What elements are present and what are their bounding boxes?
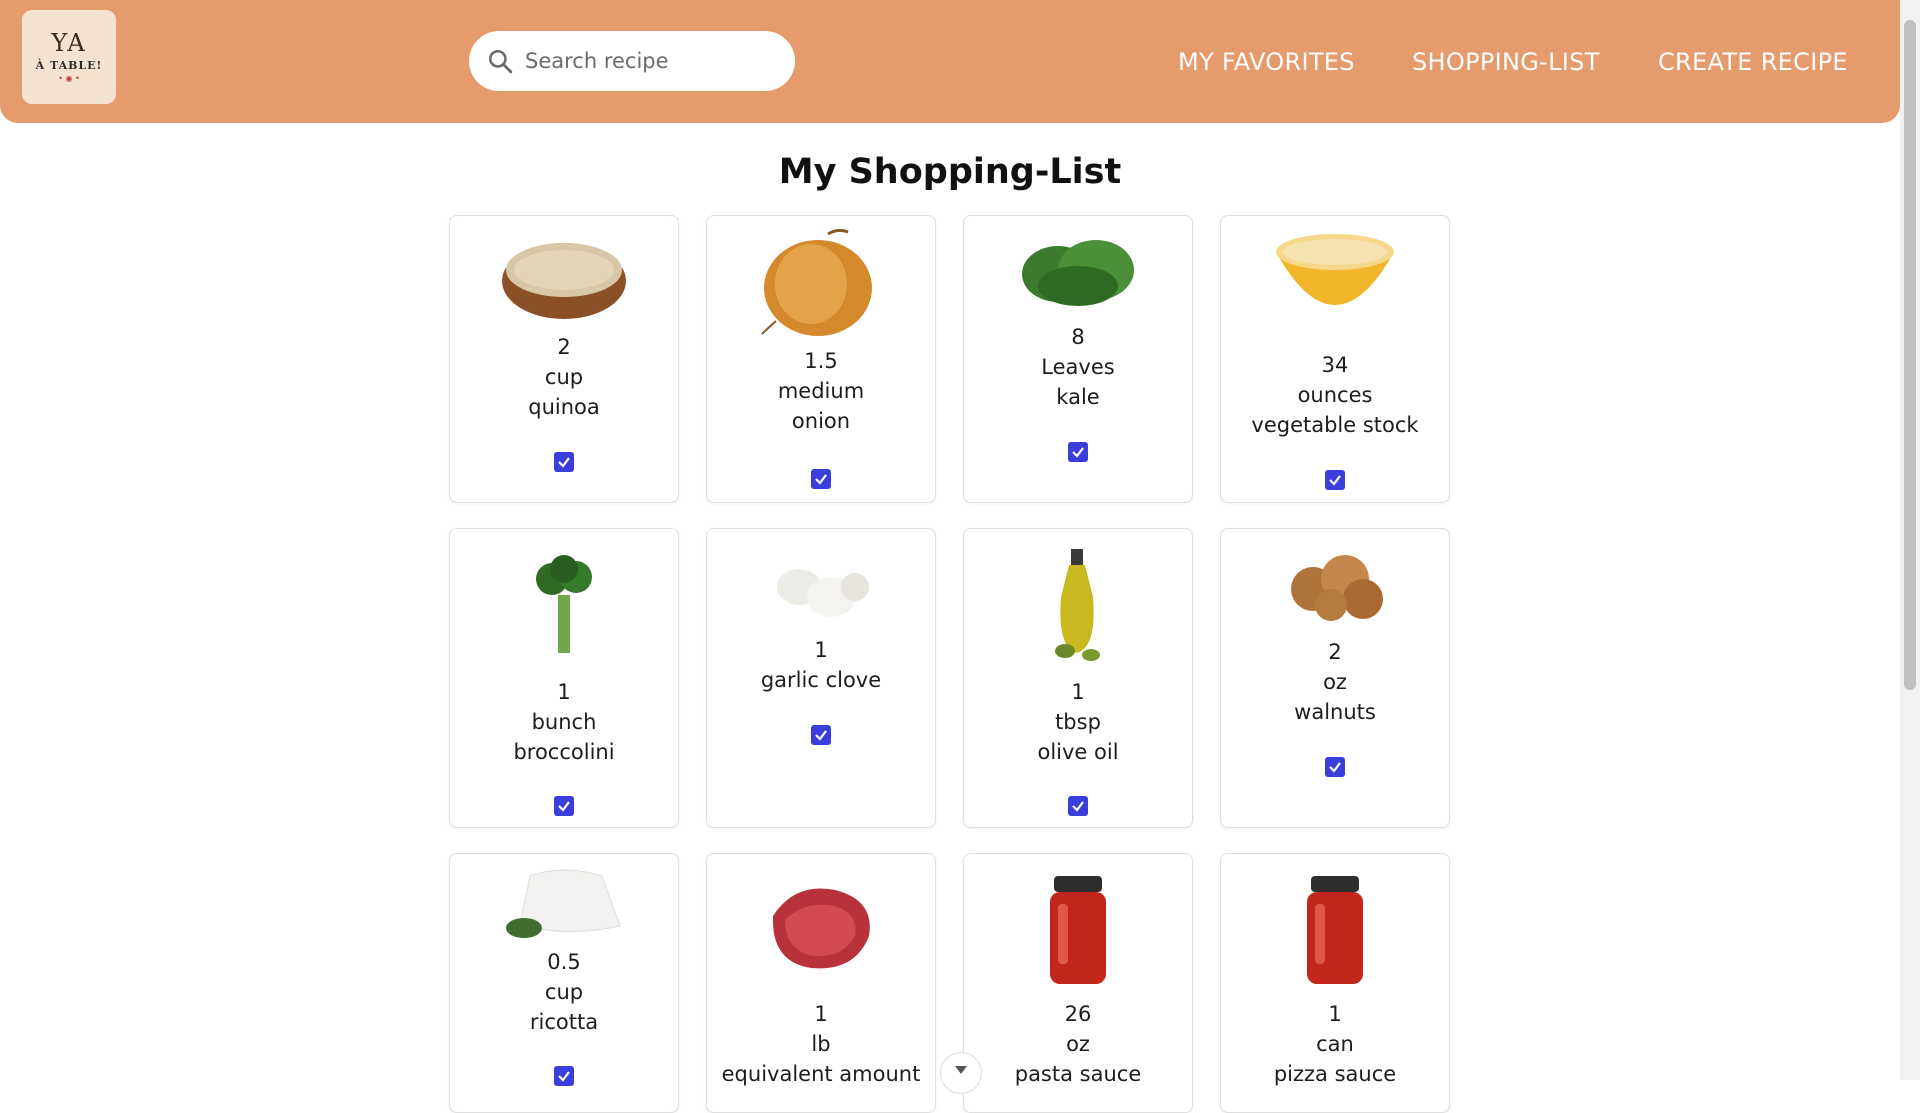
nav-my-favorites[interactable]: MY FAVORITES [1178,48,1355,76]
logo-text: À TABLE! [35,59,103,72]
nav-shopping-list[interactable]: SHOPPING-LIST [1412,48,1600,76]
item-quantity: 1 [557,680,571,704]
item-checkbox[interactable] [811,469,831,489]
scrollbar-thumb[interactable] [1904,20,1916,690]
item-unit: oz [1323,670,1347,694]
item-quantity: 1 [814,1002,828,1026]
shopping-item-card: 1 bunch broccolini [449,528,679,828]
item-checkbox[interactable] [554,1066,574,1086]
item-name: ricotta [529,1010,599,1034]
shopping-item-card: 1.5 medium onion [706,215,936,503]
item-quantity: 34 [1321,353,1349,377]
item-unit: tbsp [1055,710,1101,734]
search-input[interactable] [523,48,777,74]
page-title: My Shopping-List [778,152,1122,192]
broccolini-icon [536,555,592,653]
item-checkbox[interactable] [1068,796,1088,816]
item-name: pizza sauce [1273,1062,1397,1086]
olive-oil-icon [1055,549,1100,661]
item-quantity: 1.5 [804,349,838,373]
item-quantity: 2 [1328,640,1342,664]
item-name: garlic clove [760,668,882,692]
garlic-icon [777,569,869,617]
checkmark-icon [558,801,570,812]
item-checkbox[interactable] [554,452,574,472]
top-header: YA À TABLE! • ◉ • MY FAVORITES SHOPPING-… [0,0,1900,123]
shopping-item-card: 1 lb equivalent amount [706,853,936,1113]
logo-dots: • ◉ • [58,74,80,83]
shopping-item-card: 26 oz pasta sauce [963,853,1193,1113]
shopping-item-card: 1 tbsp olive oil [963,528,1193,828]
item-name: kale [1056,385,1100,409]
item-name: quinoa [528,395,600,419]
nav-create-recipe[interactable]: CREATE RECIPE [1658,48,1848,76]
shopping-item-card: 2 cup quinoa [449,215,679,503]
item-name: walnuts [1294,700,1376,724]
item-name: vegetable stock [1251,413,1419,437]
chevron-down-icon [955,1066,967,1074]
shopping-item-card: 2 oz walnuts [1220,528,1450,828]
shopping-item-card: 8 Leaves kale [963,215,1193,503]
logo-mark: YA [51,29,87,57]
item-checkbox[interactable] [1325,470,1345,490]
walnuts-icon [1291,555,1383,621]
item-checkbox[interactable] [1068,442,1088,462]
item-checkbox[interactable] [554,796,574,816]
item-quantity: 26 [1064,1002,1092,1026]
sauce-jar-icon [1307,876,1363,984]
item-quantity: 2 [557,335,571,359]
checkmark-icon [1072,447,1084,458]
item-unit: Leaves [1041,355,1115,379]
item-name: equivalent amount [721,1062,921,1086]
item-quantity: 1 [1328,1002,1342,1026]
checkmark-icon [558,1071,570,1082]
item-name: onion [791,409,851,433]
shopping-item-card: 1 can pizza sauce [1220,853,1450,1113]
sauce-jar-icon [1050,876,1106,984]
quinoa-bowl-icon [502,243,626,319]
item-unit: can [1316,1032,1354,1056]
shopping-item-card: 34 ounces vegetable stock [1220,215,1450,503]
item-quantity: 8 [1071,325,1085,349]
item-checkbox[interactable] [811,725,831,745]
ground-meat-icon [772,888,870,969]
item-unit: oz [1066,1032,1090,1056]
item-name: broccolini [513,740,615,764]
checkmark-icon [815,730,827,741]
item-name: pasta sauce [1014,1062,1142,1086]
kale-icon [1022,240,1134,306]
checkmark-icon [558,457,570,468]
item-unit: ounces [1297,383,1373,407]
item-name: olive oil [1037,740,1119,764]
search-icon [488,49,513,74]
item-checkbox[interactable] [1325,757,1345,777]
app-logo[interactable]: YA À TABLE! • ◉ • [22,10,116,104]
item-quantity: 0.5 [547,950,581,974]
stock-bowl-icon [1276,234,1394,305]
checkmark-icon [815,474,827,485]
shopping-item-card: 1 garlic clove [706,528,936,828]
item-unit: cup [544,365,584,389]
item-unit: lb [811,1032,831,1056]
checkmark-icon [1329,475,1341,486]
vertical-scrollbar[interactable] [1900,0,1920,1080]
item-unit: medium [777,379,865,403]
checkmark-icon [1072,801,1084,812]
item-quantity: 1 [814,638,828,662]
scroll-down-button[interactable] [940,1052,982,1094]
search-box[interactable] [469,31,795,91]
checkmark-icon [1329,762,1341,773]
item-unit: cup [544,980,584,1004]
item-quantity: 1 [1071,680,1085,704]
ricotta-icon [506,869,621,938]
shopping-item-card: 0.5 cup ricotta [449,853,679,1113]
item-unit: bunch [531,710,597,734]
onion-icon [761,228,872,336]
